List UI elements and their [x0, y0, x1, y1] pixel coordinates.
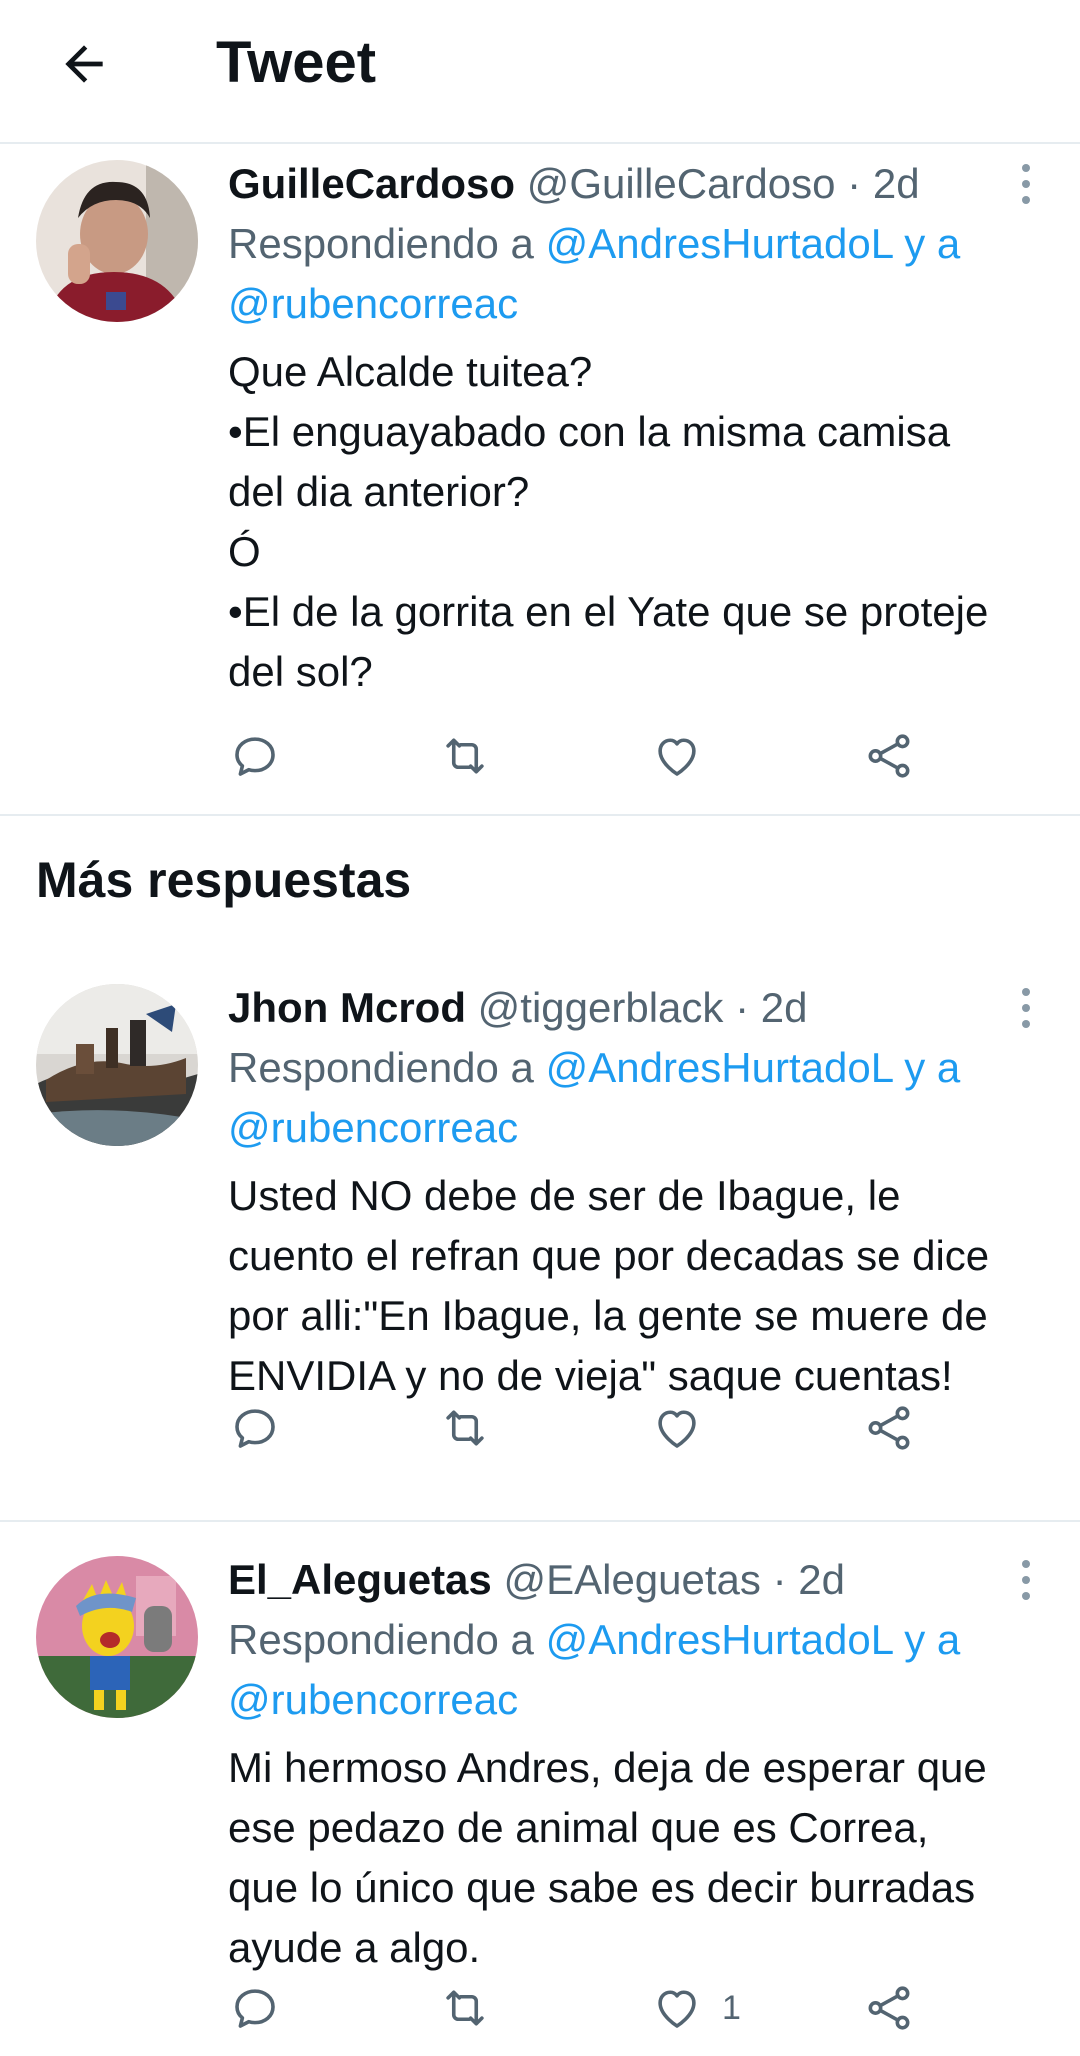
replying-to-join[interactable]: y a — [904, 220, 960, 267]
tweet-text-line: Mi hermoso Andres, deja de esperar que — [228, 1744, 987, 1791]
like-button[interactable]: 1 — [650, 1978, 741, 2038]
tweet-text-line: cuento el refran que por decadas se dice — [228, 1232, 990, 1279]
separator-dot: · — [735, 984, 750, 1031]
tweet-actions — [228, 1398, 948, 1458]
retweet-icon — [446, 738, 484, 774]
share-icon — [868, 1406, 910, 1450]
tweet-text-line: del sol? — [228, 648, 373, 695]
reply-icon — [235, 737, 275, 776]
arrow-left-icon — [65, 45, 103, 83]
user-handle[interactable]: @GuilleCardoso — [527, 160, 836, 207]
display-name[interactable]: El_Aleguetas — [228, 1556, 492, 1603]
share-button[interactable] — [862, 1398, 916, 1458]
page-title: Tweet — [216, 30, 377, 95]
reply-icon — [235, 1989, 275, 2028]
back-button[interactable] — [48, 28, 120, 100]
tweet-actions — [228, 726, 948, 786]
heart-icon — [658, 1990, 696, 2028]
tweet-text-line: que lo único que sabe es decir burradas — [228, 1864, 976, 1911]
tweet-text-line: por alli:"En Ibague, la gente se muere d… — [228, 1292, 988, 1339]
share-icon — [868, 1986, 910, 2030]
retweet-button[interactable] — [438, 1398, 492, 1458]
replying-to-label: Respondiendo a — [228, 1616, 534, 1663]
tweet-text-line: •El de la gorrita en el Yate que se prot… — [228, 588, 989, 635]
replying-to-label: Respondiendo a — [228, 220, 534, 267]
tweet-actions: 1 — [228, 1978, 948, 2038]
retweet-button[interactable] — [438, 726, 492, 786]
tweet[interactable]: Jhon Mcrod @tiggerblack · 2d Respondiend… — [0, 968, 1080, 1522]
avatar[interactable] — [36, 160, 198, 322]
avatar[interactable] — [36, 984, 198, 1146]
retweet-icon — [446, 1410, 484, 1446]
display-name[interactable]: GuilleCardoso — [228, 160, 515, 207]
replying-to-label: Respondiendo a — [228, 1044, 534, 1091]
mention-link[interactable]: @AndresHurtadoL — [546, 1044, 893, 1091]
share-button[interactable] — [862, 1978, 916, 2038]
tweet-text-line: •El enguayabado con la misma camisa — [228, 408, 951, 455]
mention-link[interactable]: @AndresHurtadoL — [546, 1616, 893, 1663]
replying-to: Respondiendo a @AndresHurtadoL y a @rube… — [228, 1610, 1048, 1730]
share-icon — [868, 734, 910, 778]
mention-link[interactable]: @rubencorreac — [228, 1104, 518, 1151]
tweet-text: Usted NO debe de ser de Ibague, le cuent… — [228, 1166, 1048, 1406]
mention-link[interactable]: @AndresHurtadoL — [546, 220, 893, 267]
mention-link[interactable]: @rubencorreac — [228, 1676, 518, 1723]
tweet-header: El_Aleguetas @EAleguetas · 2d — [228, 1550, 1048, 1610]
timestamp[interactable]: 2d — [873, 160, 920, 207]
display-name[interactable]: Jhon Mcrod — [228, 984, 466, 1031]
more-replies-heading: Más respuestas — [36, 852, 412, 908]
tweet[interactable]: GuilleCardoso @GuilleCardoso · 2d Respon… — [0, 144, 1080, 816]
tweet-text-line: Ó — [228, 528, 261, 575]
mention-link[interactable]: @rubencorreac — [228, 280, 518, 327]
replying-to: Respondiendo a @AndresHurtadoL y a @rube… — [228, 1038, 1048, 1158]
reply-button[interactable] — [228, 1978, 282, 2038]
reply-button[interactable] — [228, 726, 282, 786]
tweet-text: Que Alcalde tuitea? •El enguayabado con … — [228, 342, 1048, 702]
retweet-icon — [446, 1990, 484, 2026]
replying-to: Respondiendo a @AndresHurtadoL y a @rube… — [228, 214, 1048, 334]
heart-icon — [658, 738, 696, 776]
user-handle[interactable]: @tiggerblack — [478, 984, 724, 1031]
timestamp[interactable]: 2d — [798, 1556, 845, 1603]
user-handle[interactable]: @EAleguetas — [503, 1556, 760, 1603]
tweet-text: Mi hermoso Andres, deja de esperar que e… — [228, 1738, 1048, 1978]
reply-button[interactable] — [228, 1398, 282, 1458]
reply-icon — [235, 1409, 275, 1448]
avatar[interactable] — [36, 1556, 198, 1718]
separator-dot: · — [772, 1556, 787, 1603]
tweet-text-line: Usted NO debe de ser de Ibague, le — [228, 1172, 901, 1219]
tweet-text-line: ayude a algo. — [228, 1924, 481, 1971]
heart-icon — [658, 1410, 696, 1448]
tweet-header: GuilleCardoso @GuilleCardoso · 2d — [228, 154, 1048, 214]
like-button[interactable] — [650, 1398, 722, 1458]
tweet-text-line: ese pedazo de animal que es Correa, — [228, 1804, 929, 1851]
timestamp[interactable]: 2d — [761, 984, 808, 1031]
like-button[interactable] — [650, 726, 722, 786]
replying-to-join[interactable]: y a — [904, 1616, 960, 1663]
like-count: 1 — [722, 1988, 741, 2027]
share-button[interactable] — [862, 726, 916, 786]
top-bar: Tweet — [0, 0, 1080, 144]
tweet-text-line: Que Alcalde tuitea? — [228, 348, 593, 395]
replying-to-join[interactable]: y a — [904, 1044, 960, 1091]
tweet[interactable]: El_Aleguetas @EAleguetas · 2d Respondien… — [0, 1540, 1080, 2056]
separator-dot: · — [847, 160, 862, 207]
tweet-text-line: del dia anterior? — [228, 468, 530, 515]
retweet-button[interactable] — [438, 1978, 492, 2038]
tweet-text-line: ENVIDIA y no de vieja" saque cuentas! — [228, 1352, 953, 1399]
tweet-header: Jhon Mcrod @tiggerblack · 2d — [228, 978, 1048, 1038]
